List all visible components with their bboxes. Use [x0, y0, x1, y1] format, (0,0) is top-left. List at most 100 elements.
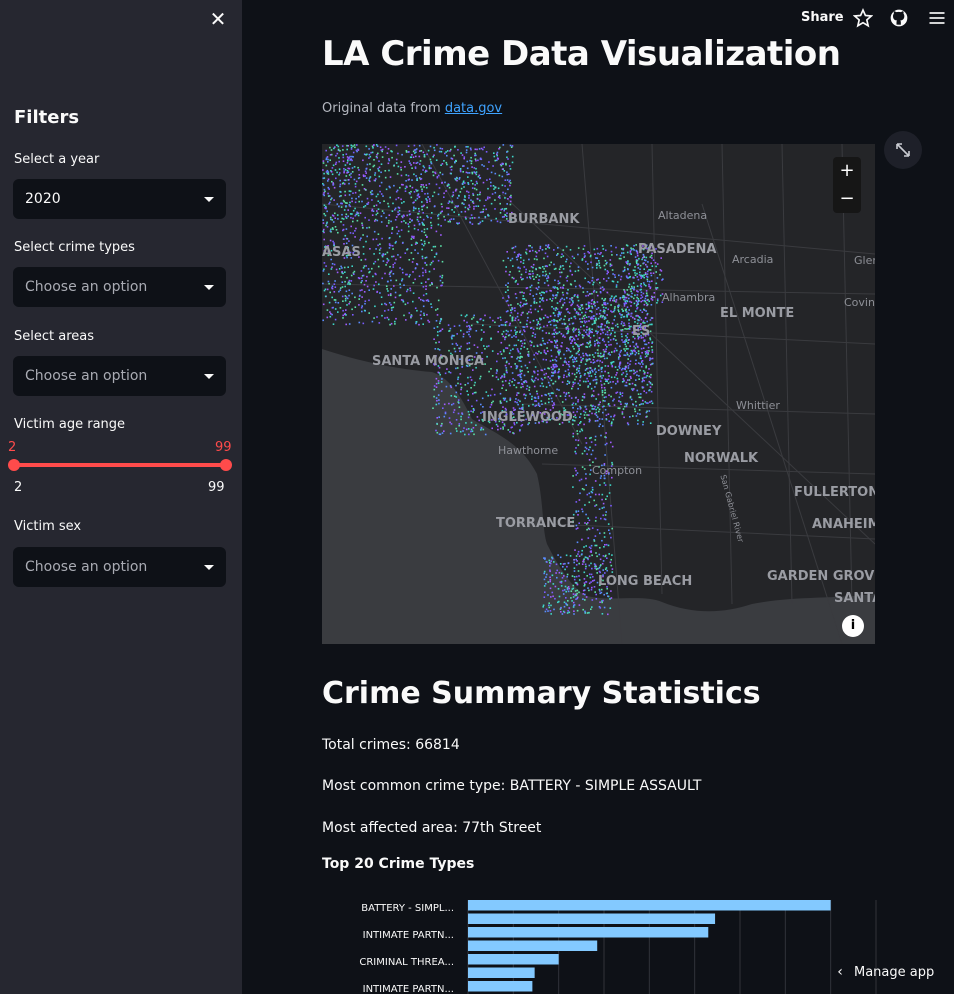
- crime-point: [437, 394, 440, 396]
- crime-point: [565, 350, 568, 352]
- crime-point: [365, 177, 368, 179]
- year-select[interactable]: 2020: [13, 179, 226, 219]
- crime-point: [614, 347, 617, 350]
- crime-point: [559, 563, 562, 565]
- crime-point: [629, 288, 632, 290]
- crime-point: [506, 347, 509, 349]
- crime-point: [342, 156, 345, 159]
- github-icon[interactable]: [889, 8, 909, 28]
- crime-point: [487, 345, 490, 347]
- crime-point: [594, 367, 596, 370]
- crime-point: [538, 279, 540, 281]
- crime-map[interactable]: BURBANKAltadenaPASADENAArcadiaGlenASASAl…: [322, 144, 875, 644]
- crime-point: [572, 435, 574, 438]
- crime-point: [587, 303, 590, 305]
- crime-point: [582, 291, 585, 293]
- crime-point: [350, 146, 353, 149]
- crime-point: [411, 219, 413, 222]
- crime-point: [343, 179, 346, 181]
- crime-point: [607, 544, 610, 547]
- crime-point: [643, 274, 645, 276]
- crime-point: [327, 158, 329, 161]
- crime-point: [602, 411, 604, 414]
- crime-point: [380, 215, 383, 218]
- crime-point: [599, 484, 601, 486]
- crime-point: [623, 256, 625, 258]
- crime-point: [422, 271, 424, 274]
- crime-point: [595, 420, 597, 422]
- manage-app-button[interactable]: ‹ Manage app: [826, 958, 954, 986]
- crime-point: [502, 384, 504, 387]
- crime-point: [522, 326, 524, 328]
- crime-point: [585, 307, 588, 310]
- crime-point: [626, 379, 629, 381]
- crime-point: [503, 376, 506, 378]
- victim-sex-select[interactable]: Choose an option: [13, 547, 226, 587]
- crime-point: [401, 268, 404, 271]
- hamburger-menu-icon[interactable]: [927, 8, 947, 28]
- crime-point: [564, 323, 567, 325]
- crime-point: [552, 583, 555, 585]
- crime-point: [467, 393, 469, 396]
- crime-point: [641, 377, 644, 380]
- fullscreen-button[interactable]: [884, 131, 922, 169]
- crime-point: [631, 287, 633, 289]
- star-icon[interactable]: [853, 8, 873, 28]
- crime-point: [556, 302, 559, 304]
- crime-point: [590, 581, 592, 583]
- crime-point: [603, 264, 606, 267]
- info-icon[interactable]: i: [842, 615, 864, 637]
- age-slider-track[interactable]: [14, 463, 226, 467]
- zoom-out-button[interactable]: −: [833, 185, 861, 213]
- crime-point: [459, 170, 462, 173]
- crime-point: [344, 297, 347, 300]
- crime-point: [626, 353, 629, 356]
- crime-point: [441, 205, 443, 208]
- crime-point: [495, 372, 498, 374]
- crime-point: [617, 306, 619, 309]
- crime-point: [613, 307, 616, 310]
- crime-point: [543, 572, 545, 575]
- crime-point: [641, 274, 644, 277]
- crime-point: [538, 275, 541, 278]
- crime-point: [391, 309, 393, 311]
- crime-point: [578, 347, 580, 350]
- crime-point: [533, 298, 536, 300]
- crime-point: [548, 606, 551, 609]
- crime-point: [472, 183, 474, 185]
- crime-point: [360, 306, 363, 309]
- data-gov-link[interactable]: data.gov: [445, 101, 502, 116]
- crime-point: [625, 405, 628, 408]
- share-button[interactable]: Share: [801, 10, 844, 25]
- crime-point: [577, 305, 580, 308]
- crime-point: [330, 228, 332, 231]
- crime-point: [347, 266, 349, 268]
- crime-point: [423, 314, 425, 316]
- crime-point: [563, 605, 566, 608]
- age-slider-min-handle[interactable]: [8, 459, 20, 471]
- crime-point: [603, 405, 605, 408]
- crime-point: [345, 228, 348, 230]
- zoom-in-button[interactable]: +: [833, 157, 861, 185]
- crime-point: [610, 363, 613, 365]
- crime-point: [577, 338, 579, 340]
- crime-point: [578, 562, 580, 565]
- crime-point: [492, 165, 494, 167]
- crime-point: [574, 358, 576, 360]
- age-slider-max-handle[interactable]: [220, 459, 232, 471]
- map-city-label: PASADENA: [638, 242, 717, 257]
- crime-point: [531, 341, 533, 344]
- crime-point: [589, 354, 591, 356]
- crime-point: [621, 413, 624, 415]
- areas-select[interactable]: Choose an option: [13, 356, 226, 396]
- crime-point: [519, 370, 522, 373]
- crime-point: [471, 217, 474, 219]
- crime-point: [499, 400, 502, 402]
- crime-point: [404, 187, 407, 190]
- close-sidebar-icon[interactable]: ✕: [208, 9, 228, 29]
- crime-point: [324, 207, 326, 209]
- crime-point: [507, 310, 509, 312]
- crime-point: [491, 388, 493, 391]
- chart-bar: [468, 940, 598, 951]
- crime-types-select[interactable]: Choose an option: [13, 267, 226, 307]
